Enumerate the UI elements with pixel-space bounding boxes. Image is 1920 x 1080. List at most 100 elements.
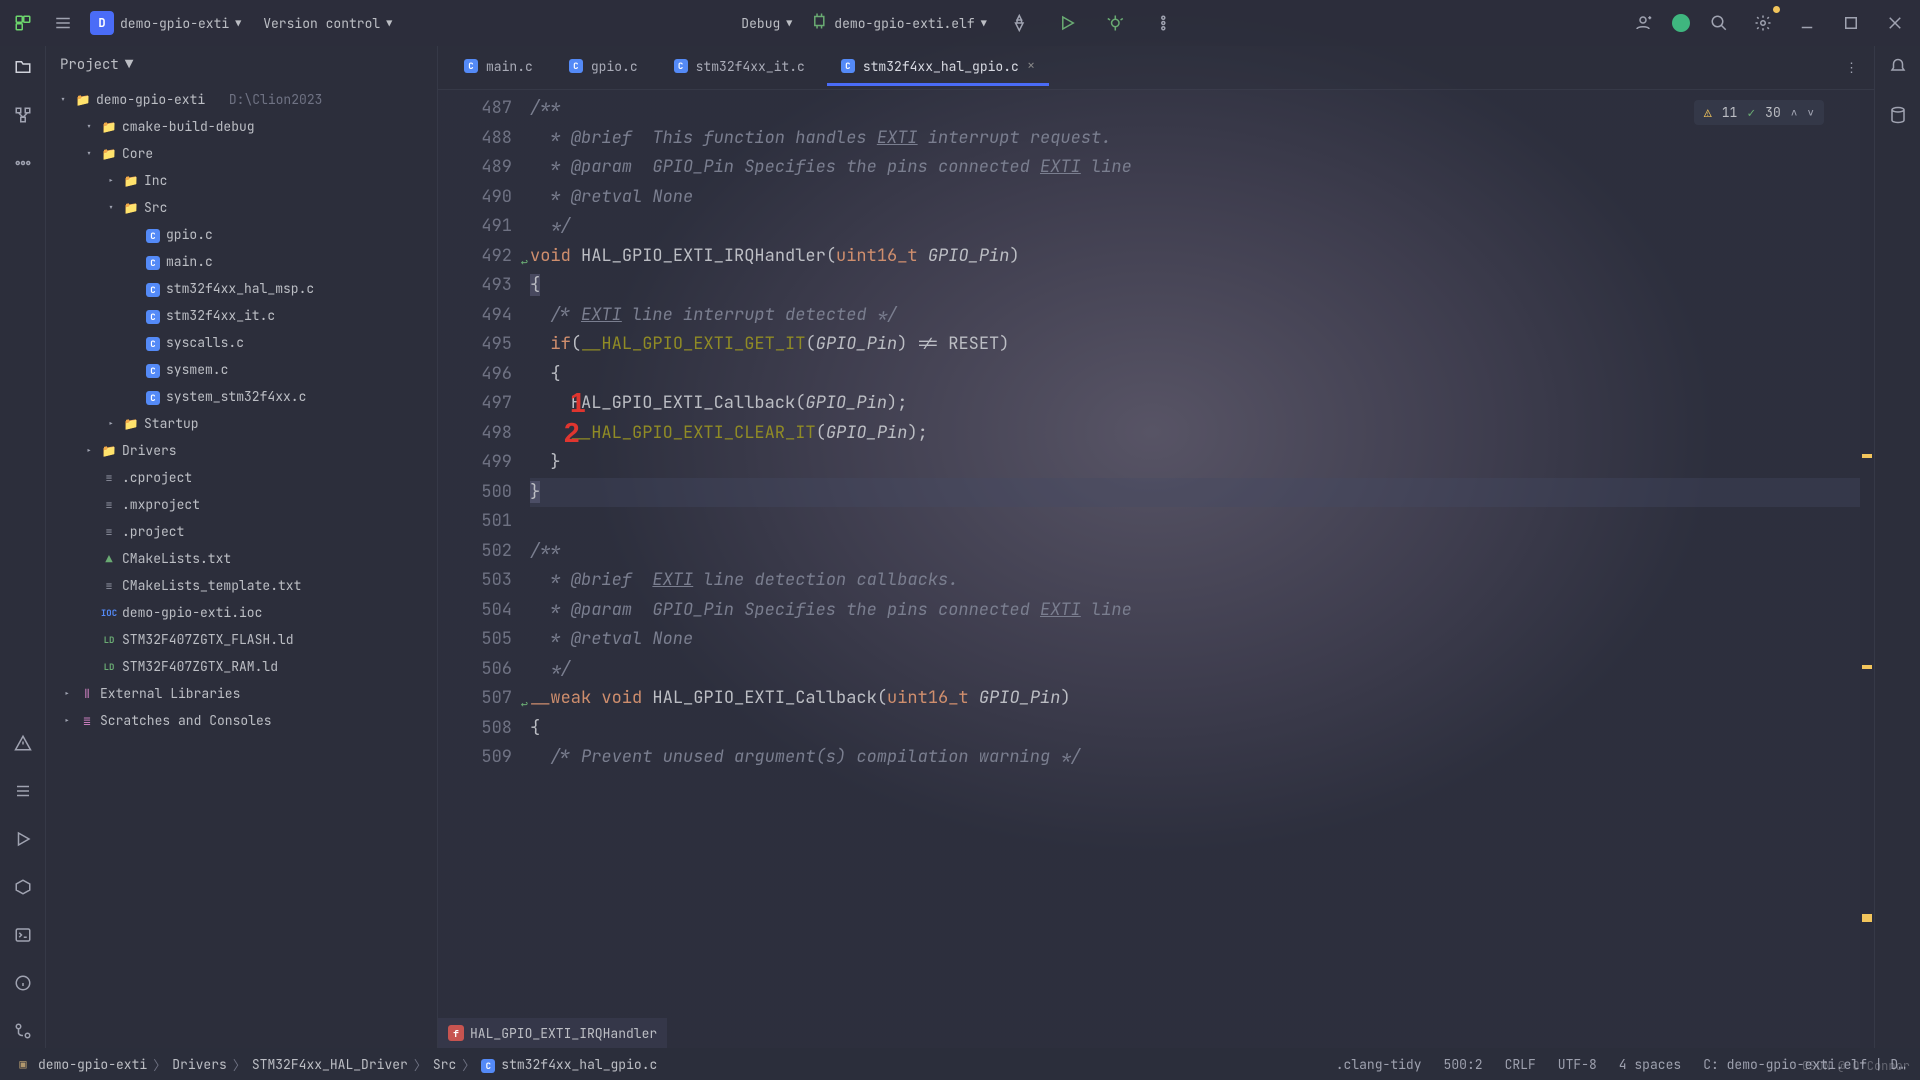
left-tool-rail [0,46,46,1048]
indent-setting[interactable]: 4 spaces [1619,1056,1681,1073]
tree-item[interactable]: LDSTM32F407ZGTX_FLASH.ld [46,626,437,653]
project-name-label: demo-gpio-exti [120,15,229,32]
more-tool-icon[interactable] [10,150,36,180]
services-tool-icon[interactable] [10,874,36,904]
project-tree[interactable]: ▾📁demo-gpio-exti D:\Clion2023▾📁cmake-bui… [46,84,437,1048]
main-menu-icon[interactable] [48,8,78,38]
todo-tool-icon[interactable] [10,778,36,808]
problems-tool-icon[interactable] [10,730,36,760]
tree-item[interactable]: ≡.mxproject [46,491,437,518]
tree-item[interactable]: Cstm32f4xx_hal_msp.c [46,275,437,302]
tree-item[interactable]: ≡.project [46,518,437,545]
status-bar: ▣ demo-gpio-exti〉Drivers〉STM32F4xx_HAL_D… [0,1048,1920,1080]
settings-button[interactable] [1748,8,1778,38]
annotation-overlay: 2 [564,418,580,448]
run-configuration-selector[interactable]: demo-gpio-exti.elf ▼ [810,12,986,34]
code-with-me-icon[interactable] [1628,8,1658,38]
chevron-down-icon: ▼ [386,17,392,30]
function-breadcrumb[interactable]: f HAL_GPIO_EXTI_IRQHandler [438,1018,667,1048]
code-editor[interactable]: /** * @brief This function handles EXTI … [530,90,1860,1048]
editor-tab[interactable]: Cmain.c [450,50,547,86]
chevron-down-icon: ▼ [235,17,241,30]
debug-button[interactable] [1101,8,1131,38]
database-icon[interactable] [1885,102,1911,132]
tree-item[interactable]: Cstm32f4xx_it.c [46,302,437,329]
build-button[interactable] [1005,8,1035,38]
terminal-tool-icon[interactable] [10,922,36,952]
navigation-breadcrumbs[interactable]: ▣ demo-gpio-exti〉Drivers〉STM32F4xx_HAL_D… [14,1055,657,1074]
clang-tidy-label[interactable]: .clang-tidy [1336,1056,1422,1073]
title-bar: D demo-gpio-exti ▼ Version control ▼ Deb… [0,0,1920,46]
tree-item[interactable]: ▸📁Startup [46,410,437,437]
structure-tool-icon[interactable] [10,102,36,132]
account-avatar[interactable] [1672,14,1690,32]
maximize-button[interactable] [1836,8,1866,38]
current-function-label: HAL_GPIO_EXTI_IRQHandler [470,1025,657,1042]
c-file-icon: C [464,59,478,73]
close-button[interactable] [1880,8,1910,38]
tree-item[interactable]: ≡.cproject [46,464,437,491]
line-ending[interactable]: CRLF [1505,1056,1536,1073]
breadcrumb-item[interactable]: demo-gpio-exti [38,1056,147,1073]
ok-count: 30 [1765,104,1781,121]
project-selector[interactable]: D demo-gpio-exti ▼ [90,11,241,35]
tree-item[interactable]: IOCdemo-gpio-exti.ioc [46,599,437,626]
breadcrumb-item[interactable]: stm32f4xx_hal_gpio.c [501,1056,657,1073]
error-stripe[interactable] [1860,90,1874,1048]
chevron-up-icon[interactable]: ∧ [1791,106,1798,120]
info-tool-icon[interactable] [10,970,36,1000]
ok-icon: ✓ [1747,104,1755,121]
inspections-widget[interactable]: ⚠ 11 ✓ 30 ∧ ∨ [1694,100,1824,125]
tree-item[interactable]: Cmain.c [46,248,437,275]
line-gutter[interactable]: 487488489490491↩492493494495496497498499… [438,90,530,1048]
project-pane-title: Project [60,56,119,74]
minimize-button[interactable] [1792,8,1822,38]
editor-area: Cmain.cCgpio.cCstm32f4xx_it.cCstm32f4xx_… [438,46,1874,1048]
tree-root[interactable]: ▾📁demo-gpio-exti D:\Clion2023 [46,86,437,113]
warning-icon: ⚠ [1704,104,1712,121]
encoding[interactable]: UTF-8 [1558,1056,1597,1073]
caret-position[interactable]: 500:2 [1444,1056,1483,1073]
project-pane: Project ▼ ▾📁demo-gpio-exti D:\Clion2023▾… [46,46,438,1048]
tree-item[interactable]: Csystem_stm32f4xx.c [46,383,437,410]
tree-item[interactable]: ▾📁Src [46,194,437,221]
tree-item[interactable]: ▾📁cmake-build-debug [46,113,437,140]
project-pane-header[interactable]: Project ▼ [46,46,437,84]
tree-item[interactable]: LDSTM32F407ZGTX_RAM.ld [46,653,437,680]
vcs-tool-icon[interactable] [10,1018,36,1048]
tree-item[interactable]: Csysmem.c [46,356,437,383]
tree-item[interactable]: ≡CMakeLists_template.txt [46,572,437,599]
tabs-menu-icon[interactable]: ⋮ [1839,53,1864,82]
tree-item[interactable]: ▲CMakeLists.txt [46,545,437,572]
notifications-icon[interactable] [1885,54,1911,84]
editor-tabs: Cmain.cCgpio.cCstm32f4xx_it.cCstm32f4xx_… [438,46,1874,90]
close-tab-icon[interactable]: × [1027,57,1035,75]
run-button[interactable] [1053,8,1083,38]
run-debug-selector[interactable]: Debug ▼ [741,15,792,32]
tree-item[interactable]: ▸⫴External Libraries [46,680,437,707]
tree-item[interactable]: ▸≣Scratches and Consoles [46,707,437,734]
run-config-label: demo-gpio-exti.elf [834,15,974,32]
run-tool-icon[interactable] [10,826,36,856]
breadcrumb-item[interactable]: STM32F4xx_HAL_Driver [252,1056,408,1073]
more-actions-button[interactable] [1149,8,1179,38]
tree-item[interactable]: ▸📁Inc [46,167,437,194]
search-button[interactable] [1704,8,1734,38]
tree-item[interactable]: ▸📁Drivers [46,437,437,464]
breadcrumb-item[interactable]: Drivers [172,1056,227,1073]
project-badge: D [90,11,114,35]
tree-item[interactable]: ▾📁Core [46,140,437,167]
function-icon: f [448,1025,464,1041]
editor-tab[interactable]: Cstm32f4xx_hal_gpio.c× [827,49,1049,86]
tree-item[interactable]: Cgpio.c [46,221,437,248]
editor-tab[interactable]: Cgpio.c [555,50,652,86]
tree-item[interactable]: Csyscalls.c [46,329,437,356]
chevron-down-icon[interactable]: ∨ [1807,106,1814,120]
editor-tab[interactable]: Cstm32f4xx_it.c [660,50,819,86]
breadcrumb-item[interactable]: Src [433,1056,456,1073]
app-icon [10,10,36,36]
chip-icon [810,12,828,34]
project-tool-icon[interactable] [10,54,36,84]
version-control-menu[interactable]: Version control ▼ [263,15,392,32]
c-file-icon: C [674,59,688,73]
